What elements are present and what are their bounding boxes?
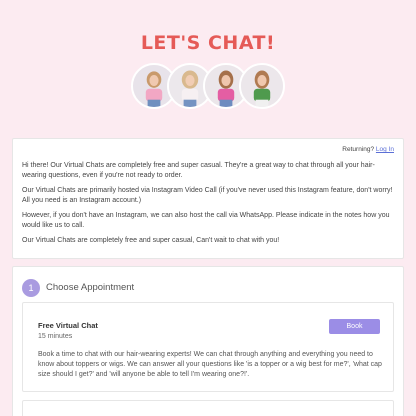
- intro-paragraph: Our Virtual Chats are completely free an…: [22, 237, 280, 244]
- returning-prompt: Returning? Log In: [342, 146, 394, 153]
- header-banner: LET'S CHAT!: [0, 0, 416, 126]
- appointment-card[interactable]: [22, 400, 394, 416]
- appointment-duration: 15 minutes: [38, 333, 73, 340]
- intro-card: Returning? Log In Hi there! Our Virtual …: [12, 138, 404, 259]
- appointment-name: Free Virtual Chat: [38, 321, 98, 330]
- avatar-group: [131, 63, 287, 111]
- returning-label: Returning?: [342, 146, 375, 153]
- page-title: LET'S CHAT!: [140, 32, 276, 54]
- login-link[interactable]: Log In: [376, 146, 394, 153]
- intro-paragraph: Our Virtual Chats are primarily hosted v…: [22, 187, 393, 204]
- intro-paragraph: However, if you don't have an Instagram,…: [22, 212, 390, 229]
- step-title: Choose Appointment: [46, 282, 135, 293]
- appointment-description: Book a time to chat with our hair-wearin…: [38, 351, 382, 378]
- book-button[interactable]: Book: [329, 319, 380, 334]
- intro-paragraph: Hi there! Our Virtual Chats are complete…: [22, 162, 375, 179]
- avatar: [239, 63, 285, 109]
- appointment-card[interactable]: Free Virtual Chat 15 minutes Book Book a…: [22, 302, 394, 392]
- step-number-badge: 1: [22, 279, 40, 297]
